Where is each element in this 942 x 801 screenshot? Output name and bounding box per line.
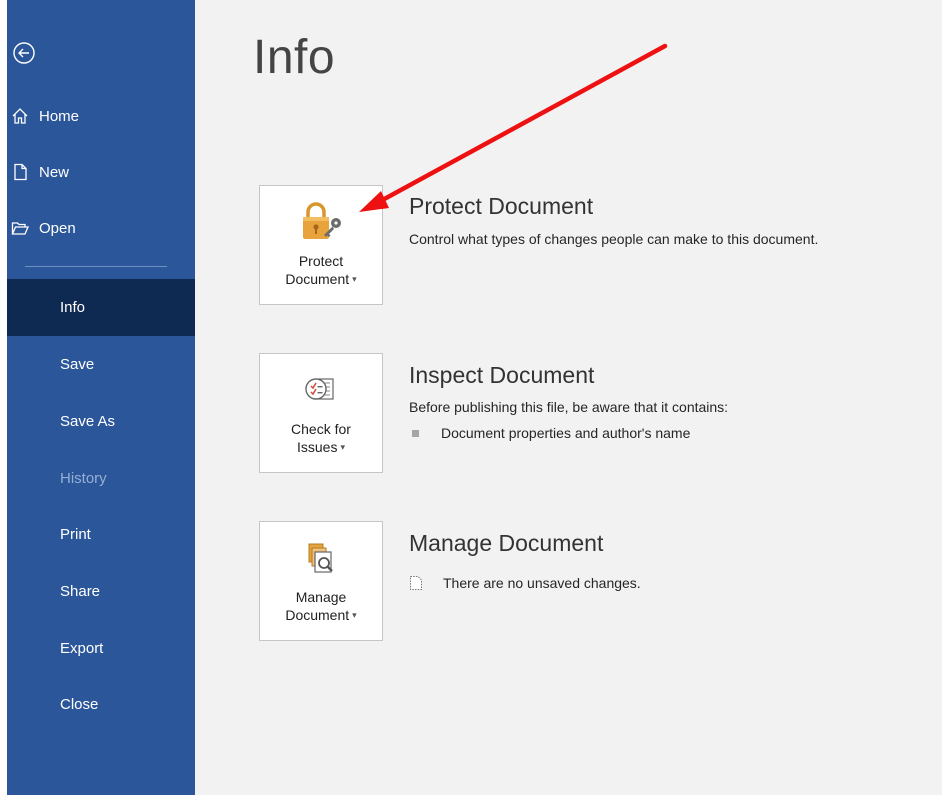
back-button[interactable] <box>11 40 37 66</box>
protect-document-button[interactable]: Protect Document ▾ <box>259 185 383 305</box>
bullet-text: Document properties and author's name <box>441 425 691 441</box>
manage-documents-icon <box>301 536 341 580</box>
sidebar-item-save[interactable]: Save <box>7 336 195 393</box>
sidebar-item-label: Home <box>39 107 80 125</box>
unsaved-changes-status: There are no unsaved changes. <box>443 575 641 591</box>
sidebar-item-home[interactable]: Home <box>7 94 195 138</box>
page-title: Info <box>253 31 336 84</box>
backstage-sidebar: Home New Open Info Save Save As History <box>7 0 195 795</box>
section-title-inspect: Inspect Document <box>409 362 595 388</box>
sidebar-item-open[interactable]: Open <box>7 206 195 250</box>
sidebar-item-new[interactable]: New <box>7 150 195 194</box>
tile-label-line2: Issues <box>296 439 338 455</box>
open-folder-icon <box>11 219 29 237</box>
sidebar-item-label: Export <box>60 640 104 657</box>
sidebar-item-label: Save As <box>60 413 116 430</box>
tile-label-line2: Document <box>285 271 350 287</box>
lock-key-icon <box>298 200 344 244</box>
sidebar-item-label: Save <box>60 356 95 373</box>
check-for-issues-label: Check for Issues ▾ <box>291 420 351 456</box>
sidebar-item-print[interactable]: Print <box>7 506 195 563</box>
sidebar-item-label: New <box>39 163 70 181</box>
manage-document-label: Manage Document ▾ <box>285 588 356 624</box>
sidebar-item-label: Close <box>60 696 99 713</box>
sidebar-item-label: Print <box>60 526 91 543</box>
protect-document-label: Protect Document ▾ <box>285 252 356 288</box>
sidebar-item-label: History <box>60 470 107 487</box>
new-document-icon <box>11 163 29 181</box>
section-desc-protect: Control what types of changes people can… <box>409 231 819 247</box>
dropdown-caret-icon: ▾ <box>352 610 357 620</box>
inspect-bullet-item: Document properties and author's name <box>409 425 690 441</box>
sidebar-item-export[interactable]: Export <box>7 620 195 677</box>
back-arrow-icon <box>13 42 35 64</box>
bullet-square-icon <box>412 429 419 437</box>
section-title-protect: Protect Document <box>409 193 594 219</box>
sidebar-item-label: Info <box>60 299 86 316</box>
dropdown-caret-icon: ▾ <box>352 274 357 284</box>
check-for-issues-button[interactable]: Check for Issues ▾ <box>259 353 383 473</box>
backstage-view: Home New Open Info Save Save As History <box>7 0 942 795</box>
sidebar-item-history: History <box>7 450 195 507</box>
section-title-manage: Manage Document <box>409 530 604 556</box>
tile-label-line1: Protect <box>298 253 344 269</box>
home-icon <box>11 107 29 125</box>
manage-status-row: There are no unsaved changes. <box>409 575 641 591</box>
sidebar-item-share[interactable]: Share <box>7 563 195 620</box>
sidebar-item-label: Share <box>60 583 101 600</box>
dropdown-caret-icon: ▾ <box>340 442 345 452</box>
sidebar-item-info[interactable]: Info <box>7 279 195 336</box>
sidebar-item-save-as[interactable]: Save As <box>7 393 195 450</box>
document-icon <box>409 575 423 591</box>
tile-label-line1: Manage <box>295 589 347 605</box>
inspect-checklist-icon <box>301 368 341 412</box>
manage-document-button[interactable]: Manage Document ▾ <box>259 521 383 641</box>
info-pane: Info Protect Document ▾ Protect Document… <box>195 0 942 795</box>
tile-label-line1: Check for <box>291 421 351 437</box>
sidebar-item-label: Open <box>39 219 76 237</box>
tile-label-line2: Document <box>285 607 350 623</box>
section-desc-inspect: Before publishing this file, be aware th… <box>409 399 729 415</box>
sidebar-item-close[interactable]: Close <box>7 676 195 733</box>
sidebar-divider <box>25 266 167 267</box>
